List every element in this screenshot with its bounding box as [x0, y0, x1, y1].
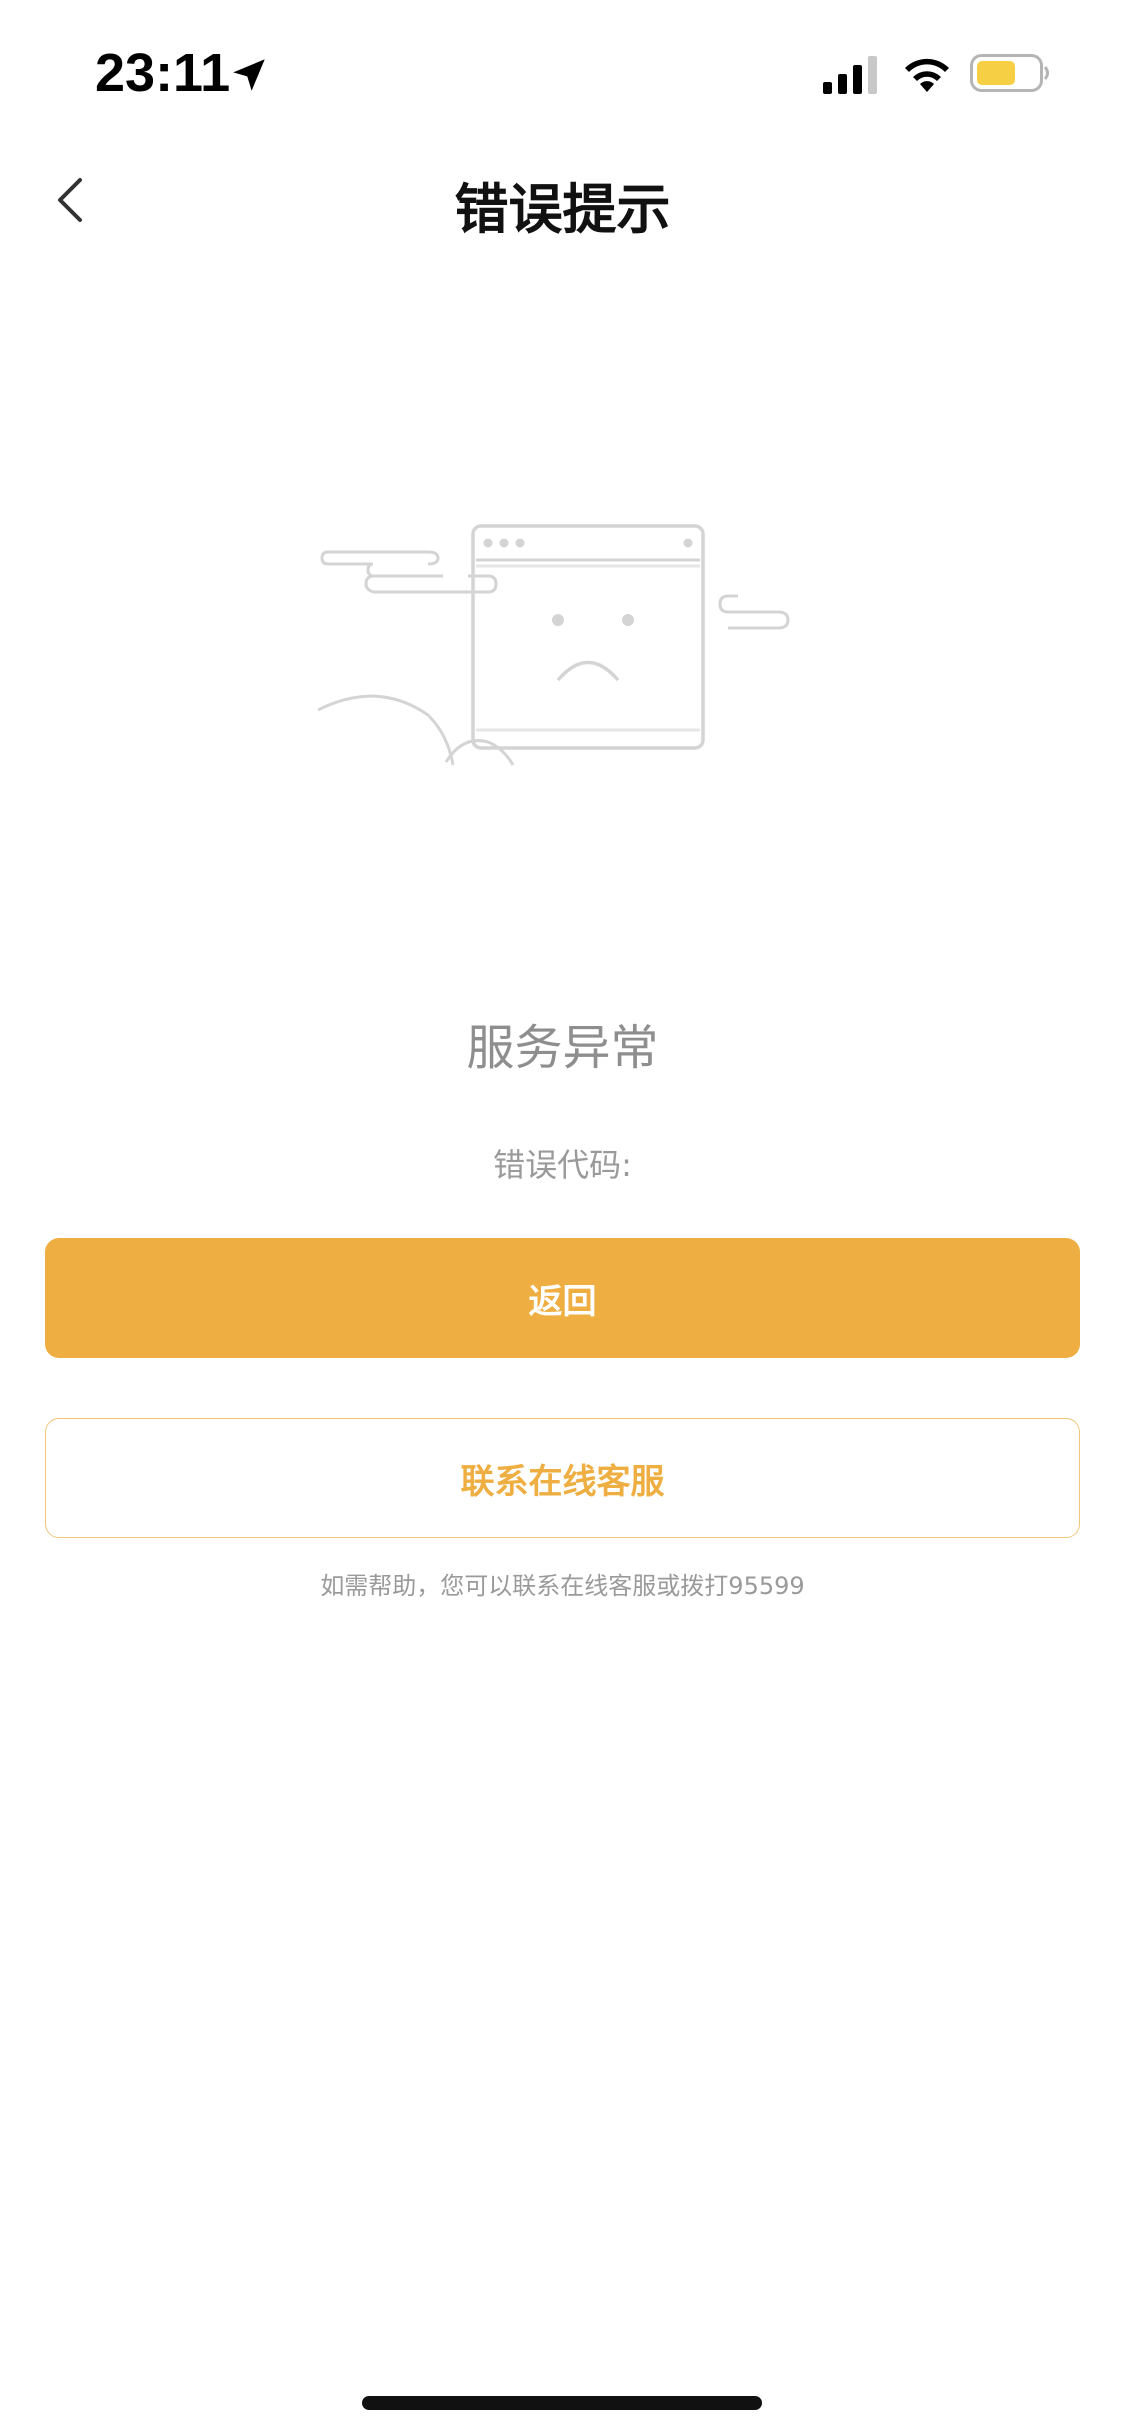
error-title: 服务异常 [466, 1020, 659, 1076]
error-code-label: 错误代码: [493, 1146, 632, 1184]
status-time: 23:11 [95, 43, 231, 103]
help-text: 如需帮助，您可以联系在线客服或拨打95599 [320, 1572, 805, 1600]
return-button[interactable]: 返回 [45, 1238, 1080, 1358]
page-title: 错误提示 [454, 178, 671, 241]
wifi-icon [905, 58, 949, 92]
home-indicator[interactable] [362, 2396, 762, 2410]
sad-browser-window-illustration [318, 524, 790, 766]
battery-icon [970, 54, 1049, 92]
nav-bar: 错误提示 [0, 140, 1125, 260]
location-arrow-icon [233, 59, 265, 91]
status-bar: 23:11 [0, 0, 1125, 140]
signal-icon [823, 56, 877, 94]
contact-online-service-button[interactable]: 联系在线客服 [45, 1418, 1080, 1538]
